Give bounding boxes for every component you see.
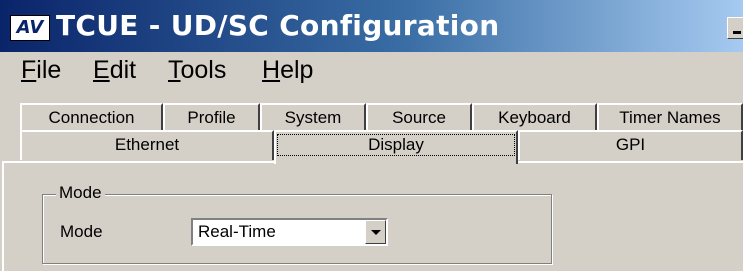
tab-display-label: Display — [277, 134, 515, 156]
menu-bar: File Edit Tools Help — [0, 52, 743, 92]
tab-source[interactable]: Source — [366, 103, 472, 132]
tab-system[interactable]: System — [260, 103, 366, 132]
tab-ethernet[interactable]: Ethernet — [20, 130, 274, 160]
mode-select[interactable]: Real-Time — [191, 218, 388, 246]
app-logo-icon: AV — [10, 15, 50, 41]
mode-select-value: Real-Time — [198, 222, 276, 241]
menu-file[interactable]: File — [21, 56, 61, 85]
menu-edit[interactable]: Edit — [93, 56, 136, 85]
tab-profile[interactable]: Profile — [163, 103, 260, 132]
mode-group-legend: Mode — [56, 183, 105, 203]
tab-timer-names[interactable]: Timer Names — [597, 103, 743, 132]
tab-connection[interactable]: Connection — [20, 103, 163, 132]
minimize-button[interactable] — [727, 17, 743, 39]
menu-tools[interactable]: Tools — [168, 56, 226, 85]
tab-display[interactable]: Display — [274, 130, 518, 164]
menu-help[interactable]: Help — [262, 56, 313, 85]
tab-gpi[interactable]: GPI — [518, 130, 743, 160]
mode-label: Mode — [60, 222, 103, 241]
window-title: TCUE - UD/SC Configuration — [56, 9, 500, 42]
title-bar[interactable]: AV TCUE - UD/SC Configuration — [0, 0, 743, 52]
tab-keyboard[interactable]: Keyboard — [472, 103, 597, 132]
chevron-down-icon[interactable] — [365, 220, 386, 244]
